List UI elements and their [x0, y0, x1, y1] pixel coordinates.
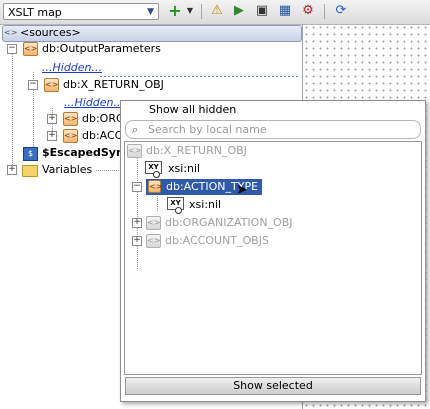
tree-connector [96, 170, 120, 171]
search-input[interactable] [148, 122, 408, 136]
refresh-icon[interactable]: ⟳ [332, 2, 350, 20]
popup-title-label: Show all hidden [149, 103, 237, 116]
expand-icon[interactable]: + [132, 236, 142, 246]
list-item-xsi-nil[interactable]: XY xsi:nil [125, 160, 419, 178]
show-selected-button[interactable]: Show selected [125, 377, 421, 395]
tree-row-output-parameters[interactable]: − <> db:OutputParameters [0, 40, 300, 58]
element-icon: <> [23, 42, 38, 56]
tree-row-hidden[interactable]: ...Hidden... [0, 59, 300, 77]
list-item-label: xsi:nil [168, 162, 201, 175]
tree-label: $EscapedSync [42, 146, 131, 159]
list-item-label: db:ORGANIZATION_OBJ [165, 216, 293, 229]
search-field[interactable]: ⌕ [125, 120, 421, 139]
map-selector-value: XSLT map [8, 6, 62, 19]
map-selector[interactable]: XSLT map ▼ [3, 3, 159, 20]
element-icon: <> [127, 144, 142, 158]
collapse-icon[interactable]: − [7, 44, 17, 54]
list-item-return-obj[interactable]: <> db:X_RETURN_OBJ [125, 142, 419, 160]
hidden-link[interactable]: ...Hidden... [42, 59, 102, 77]
element-icon: <> [146, 234, 161, 248]
popup-title[interactable]: Show all hidden [121, 101, 425, 119]
element-icon: <> [44, 78, 59, 92]
expand-icon[interactable]: + [7, 165, 17, 175]
collapse-icon[interactable]: − [132, 182, 142, 192]
collapse-icon[interactable]: − [28, 80, 38, 90]
element-icon: <> [148, 180, 163, 193]
warning-icon[interactable]: ⚠ [208, 2, 226, 20]
list-item-xsi-nil[interactable]: XY xsi:nil [125, 196, 419, 214]
tree-label: db:OutputParameters [42, 42, 161, 55]
list-item-label: db:ACCOUNT_OBJS [165, 234, 269, 247]
list-item-label: db:X_RETURN_OBJ [146, 144, 247, 157]
list-item-action-type[interactable]: − <> db:ACTION_TYPE [125, 178, 419, 196]
expand-icon[interactable]: + [132, 218, 142, 228]
element-icon: <> [63, 129, 78, 143]
run-icon[interactable]: ▶ [230, 2, 248, 20]
map-icon[interactable]: ▦ [276, 2, 294, 20]
variable-icon: $ [23, 147, 38, 161]
hidden-items-list: <> db:X_RETURN_OBJ XY xsi:nil − <> db:AC… [124, 141, 422, 375]
element-icon: <> [146, 216, 161, 230]
expand-icon[interactable]: + [47, 131, 57, 141]
element-icon: <> [63, 112, 78, 126]
toolbar: XSLT map ▼ + ▼ ⚠ ▶ ▣ ▦ ⚙ ⟳ [0, 0, 430, 25]
settings-icon[interactable]: ⚙ [299, 2, 317, 20]
attribute-marker [153, 171, 160, 178]
tree-row-return-obj[interactable]: − <> db:X_RETURN_OBJ [0, 76, 300, 94]
list-item-account-objs[interactable]: + <> db:ACCOUNT_OBJS [125, 232, 419, 250]
attribute-marker [175, 207, 182, 214]
toolbar-separator [201, 4, 202, 19]
test-icon[interactable]: ▣ [253, 2, 271, 20]
search-icon: ⌕ [132, 123, 139, 136]
list-item-organization-obj[interactable]: + <> db:ORGANIZATION_OBJ [125, 214, 419, 232]
tree-label: Variables [42, 163, 93, 176]
toolbar-separator [324, 4, 325, 19]
tree-label: db:X_RETURN_OBJ [63, 78, 164, 91]
expand-icon[interactable]: + [47, 114, 57, 124]
folder-icon [22, 165, 38, 177]
mouse-cursor-icon: ➤ [236, 182, 248, 198]
tree-label: db:ORG [82, 112, 125, 125]
show-hidden-popup: Show all hidden ⌕ <> db:X_RETURN_OBJ XY … [120, 100, 426, 402]
chevron-down-icon[interactable]: ▼ [181, 2, 199, 20]
list-item-label: xsi:nil [189, 198, 222, 211]
chevron-down-icon: ▼ [147, 7, 154, 17]
